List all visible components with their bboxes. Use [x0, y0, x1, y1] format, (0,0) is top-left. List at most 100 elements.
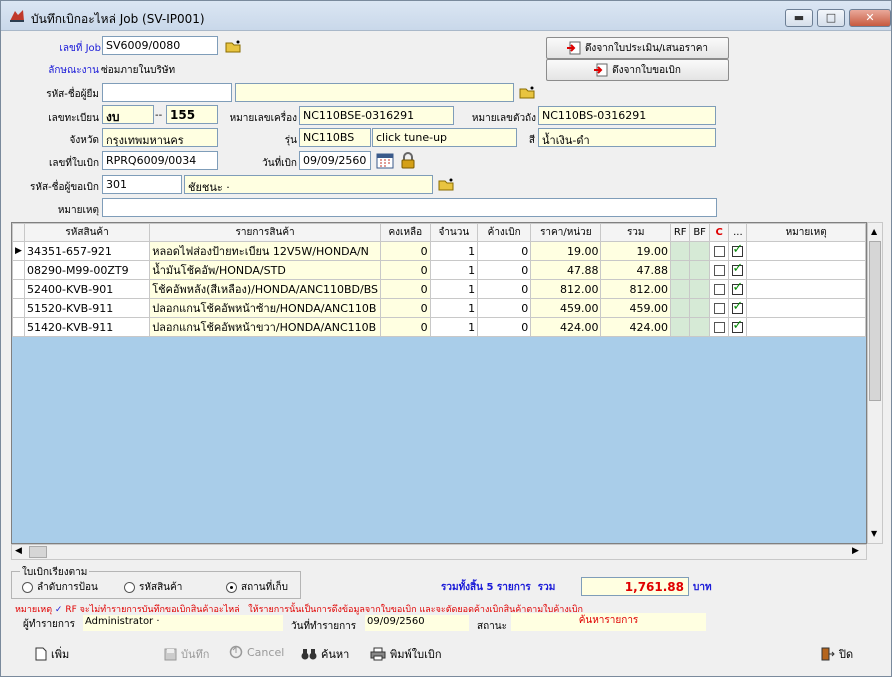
col-header-c[interactable]: C	[708, 223, 730, 242]
col-header-stock[interactable]: คงเหลือ	[380, 223, 431, 242]
cell-more-checkbox[interactable]: ✓	[728, 317, 748, 337]
cell-code[interactable]: 52400-KVB-901	[23, 279, 151, 299]
cancel-button[interactable]: Cancel	[229, 645, 284, 659]
col-header-total[interactable]: รวม	[600, 223, 671, 242]
cell-stock[interactable]: 0	[380, 279, 431, 299]
cell-stock[interactable]: 0	[380, 260, 431, 280]
cell-remark[interactable]	[746, 298, 866, 318]
row-indicator[interactable]	[12, 317, 25, 337]
borrower-code-input[interactable]	[102, 83, 232, 102]
checked-checkbox-icon[interactable]: ✓	[732, 319, 744, 333]
cell-code[interactable]: 08290-M99-00ZT9	[23, 260, 151, 280]
cell-total[interactable]: 424.00	[600, 317, 671, 337]
cell-c-checkbox[interactable]	[708, 260, 730, 280]
cell-rf[interactable]	[669, 279, 691, 299]
cell-price[interactable]: 459.00	[530, 298, 602, 318]
job-number-input[interactable]: SV6009/0080	[102, 36, 218, 55]
scroll-up-icon[interactable]: ▲	[871, 227, 877, 236]
cell-c-checkbox[interactable]	[708, 241, 730, 261]
save-button[interactable]: บันทึก	[164, 645, 209, 663]
cell-c-checkbox[interactable]	[708, 298, 730, 318]
cell-c-checkbox[interactable]	[708, 317, 730, 337]
cell-total[interactable]: 812.00	[600, 279, 671, 299]
vertical-scroll-thumb[interactable]	[869, 241, 881, 401]
cell-pending[interactable]: 0	[477, 241, 532, 261]
cell-price[interactable]: 19.00	[530, 241, 602, 261]
cell-qty[interactable]: 1	[429, 298, 479, 318]
cell-stock[interactable]: 0	[380, 241, 431, 261]
checkbox-icon[interactable]	[713, 322, 725, 333]
cell-bf[interactable]	[689, 260, 710, 280]
minimize-button[interactable]: ▬	[785, 9, 813, 27]
items-grid[interactable]: รหัสสินค้า รายการสินค้า คงเหลือ จำนวน ค้…	[11, 222, 867, 544]
checked-checkbox-icon[interactable]: ✓	[732, 243, 744, 257]
cell-pending[interactable]: 0	[477, 260, 532, 280]
cell-qty[interactable]: 1	[429, 279, 479, 299]
remark-input[interactable]	[102, 198, 717, 217]
search-button[interactable]: ค้นหา	[301, 645, 349, 663]
checked-checkbox-icon[interactable]: ✓	[732, 281, 744, 295]
calendar-icon[interactable]	[376, 152, 394, 169]
scroll-left-icon[interactable]: ◀	[15, 546, 22, 556]
sort-radio-location[interactable]: สถานที่เก็บ	[226, 580, 288, 595]
sort-radio-product-code[interactable]: รหัสสินค้า	[124, 580, 182, 595]
cell-code[interactable]: 34351-657-921	[23, 241, 151, 261]
horizontal-scroll-thumb[interactable]	[29, 546, 47, 558]
lookup-job-icon[interactable]	[225, 39, 241, 53]
table-row[interactable]: 52400-KVB-901 โช้คอัพหลัง(สีเหลือง)/HONDA…	[12, 279, 866, 299]
requisition-no-input[interactable]: RPRQ6009/0034	[102, 151, 218, 170]
lock-icon[interactable]	[401, 152, 415, 169]
row-indicator[interactable]	[12, 260, 25, 280]
cell-total[interactable]: 47.88	[600, 260, 671, 280]
cell-rf[interactable]	[669, 241, 691, 261]
close-window-button[interactable]: ✕	[849, 9, 891, 27]
cell-bf[interactable]	[689, 241, 710, 261]
checked-checkbox-icon[interactable]: ✓	[732, 300, 744, 314]
cell-name[interactable]: น้ำมันโช้คอัพ/HONDA/STD	[149, 260, 382, 280]
checkbox-icon[interactable]	[713, 284, 725, 295]
row-indicator[interactable]	[12, 279, 25, 299]
cell-bf[interactable]	[689, 317, 710, 337]
cell-total[interactable]: 19.00	[600, 241, 671, 261]
cell-code[interactable]: 51420-KVB-911	[23, 317, 151, 337]
row-indicator[interactable]	[12, 298, 25, 318]
cell-name[interactable]: ปลอกแกนโช้คอัพหน้าซ้าย/HONDA/ANC110B	[149, 298, 382, 318]
cell-bf[interactable]	[689, 279, 710, 299]
scroll-down-icon[interactable]: ▼	[871, 529, 877, 538]
checkbox-icon[interactable]	[713, 265, 725, 276]
col-header-code[interactable]: รหัสสินค้า	[23, 223, 151, 242]
col-header-name[interactable]: รายการสินค้า	[149, 223, 382, 242]
checkbox-icon[interactable]	[713, 246, 725, 257]
grid-horizontal-scrollbar[interactable]: ◀ ▶	[11, 544, 867, 560]
cell-bf[interactable]	[689, 298, 710, 318]
cell-rf[interactable]	[669, 317, 691, 337]
table-row[interactable]: ▶ 34351-657-921 หลอดไฟส่องป้ายทะเบียน 12V5…	[12, 241, 866, 261]
cell-name[interactable]: หลอดไฟส่องป้ายทะเบียน 12V5W/HONDA/N	[149, 241, 382, 261]
cell-pending[interactable]: 0	[477, 298, 532, 318]
cell-stock[interactable]: 0	[380, 298, 431, 318]
cell-rf[interactable]	[669, 298, 691, 318]
cell-more-checkbox[interactable]: ✓	[728, 241, 748, 261]
col-header-bf[interactable]: BF	[689, 223, 710, 242]
scroll-right-icon[interactable]: ▶	[852, 546, 859, 556]
col-header-qty[interactable]: จำนวน	[429, 223, 479, 242]
grid-vertical-scrollbar[interactable]: ▲ ▼	[867, 222, 883, 544]
table-row[interactable]: 08290-M99-00ZT9 น้ำมันโช้คอัพ/HONDA/STD 0 1…	[12, 260, 866, 280]
cell-qty[interactable]: 1	[429, 317, 479, 337]
row-indicator[interactable]: ▶	[12, 241, 25, 261]
cell-price[interactable]: 812.00	[530, 279, 602, 299]
cell-remark[interactable]	[746, 279, 866, 299]
cell-pending[interactable]: 0	[477, 317, 532, 337]
table-row[interactable]: 51520-KVB-911 ปลอกแกนโช้คอัพหน้าซ้าย/HOND…	[12, 298, 866, 318]
cell-more-checkbox[interactable]: ✓	[728, 298, 748, 318]
lookup-borrower-icon[interactable]	[519, 85, 535, 99]
cell-name[interactable]: โช้คอัพหลัง(สีเหลือง)/HONDA/ANC110BD/BS	[149, 279, 382, 299]
requisition-date-input[interactable]: 09/09/2560	[299, 151, 371, 170]
sort-radio-entry-order[interactable]: ลำดับการป้อน	[22, 580, 98, 595]
cell-code[interactable]: 51520-KVB-911	[23, 298, 151, 318]
close-button[interactable]: ปิด	[821, 645, 853, 663]
print-button[interactable]: พิมพ์ใบเบิก	[370, 645, 442, 663]
cell-price[interactable]: 424.00	[530, 317, 602, 337]
cell-qty[interactable]: 1	[429, 260, 479, 280]
cell-remark[interactable]	[746, 260, 866, 280]
